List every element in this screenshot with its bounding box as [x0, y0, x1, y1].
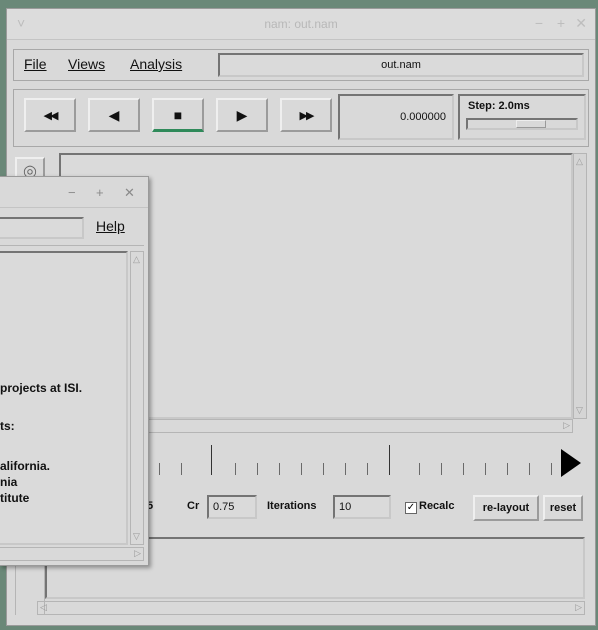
menu-views-label: Views [68, 56, 106, 72]
cr-label: Cr [187, 500, 200, 512]
timeline-tick [551, 463, 552, 475]
stop-icon: ■ [173, 106, 183, 123]
timeline-tick [507, 463, 508, 475]
popup-help-menu[interactable]: Help [96, 218, 125, 234]
popup-title-bar: − + ✕ [0, 177, 148, 208]
rewind-icon: ◀◀ [43, 109, 59, 122]
popup-text-area[interactable]: projects at ISI. ts: alifornia. nia titu… [0, 251, 128, 545]
iterations-input[interactable]: 10 [333, 495, 391, 519]
popup-close-icon[interactable]: ✕ [124, 185, 135, 201]
stop-button[interactable]: ■ [152, 98, 204, 132]
filename-display: out.nam [218, 53, 584, 77]
play-icon: ▶ [236, 106, 248, 123]
popup-maximize-icon[interactable]: + [96, 185, 104, 200]
menu-file[interactable]: File [24, 56, 47, 72]
help-popup-window: − + ✕ Help projects at ISI. ts: aliforni… [0, 176, 149, 566]
timeline-tick [419, 463, 420, 475]
time-display: 0.000000 [338, 94, 454, 140]
fast-forward-icon: ▶▶ [299, 109, 315, 122]
timeline-tick [279, 463, 280, 475]
playback-toolbar: ◀◀ ◀ ■ ▶ ▶▶ 0.000000 Step: 2.0ms [13, 89, 589, 147]
iterations-label: Iterations [267, 500, 317, 512]
scroll-right-arrow-icon[interactable]: ▷ [563, 420, 570, 431]
fast-forward-button[interactable]: ▶▶ [280, 98, 332, 132]
timeline-cursor[interactable] [211, 445, 212, 475]
popup-text-line: ts: [0, 419, 15, 433]
popup-text-line: projects at ISI. [0, 381, 83, 395]
popup-text-line: nia [0, 475, 18, 489]
popup-menu-bar: Help [0, 211, 144, 246]
timeline-tick [441, 463, 442, 475]
timeline-tick [367, 463, 368, 475]
popup-minimize-icon[interactable]: − [68, 185, 76, 200]
timeline-tick [463, 463, 464, 475]
popup-text-line: titute [0, 491, 30, 505]
popup-scroll-up-arrow-icon[interactable]: △ [133, 254, 140, 265]
timeline-tick [257, 463, 258, 475]
recalc-checkbox[interactable]: ✓ [405, 502, 417, 514]
cr-input[interactable]: 0.75 [207, 495, 257, 519]
step-control: Step: 2.0ms [458, 94, 586, 140]
play-backward-icon: ◀ [108, 106, 120, 123]
scroll-up-arrow-icon[interactable]: △ [576, 156, 583, 167]
rewind-button[interactable]: ◀◀ [24, 98, 76, 132]
popup-scroll-down-arrow-icon[interactable]: ▽ [133, 531, 140, 542]
popup-scroll-right-arrow-icon[interactable]: ▷ [134, 548, 141, 559]
menu-views[interactable]: Views [68, 56, 105, 72]
popup-horizontal-scrollbar[interactable]: ▷ [0, 547, 144, 561]
menu-analysis-label: Analysis [130, 56, 183, 72]
scroll-left-arrow-icon[interactable]: ◁ [40, 602, 47, 613]
title-bar: ˅ nam: out.nam − + ✕ [7, 9, 595, 40]
scroll-down-arrow-icon[interactable]: ▽ [576, 405, 583, 416]
timeline-tick [389, 445, 390, 475]
menu-file-label: File [24, 56, 47, 72]
timeline-tick [181, 463, 182, 475]
close-icon[interactable]: ✕ [575, 15, 587, 32]
scroll-right-arrow-icon[interactable]: ▷ [575, 602, 582, 613]
window-title: nam: out.nam [264, 17, 338, 31]
timeline-tick [301, 463, 302, 475]
reset-button[interactable]: reset [543, 495, 583, 521]
step-back-button[interactable]: ◀ [88, 98, 140, 132]
timeline-tick [323, 463, 324, 475]
timeline-tick [235, 463, 236, 475]
canvas-vertical-scrollbar[interactable]: △ ▽ [573, 153, 587, 419]
popup-vertical-scrollbar[interactable]: △ ▽ [130, 251, 144, 545]
timeline-tick [159, 463, 160, 475]
menu-bar: File Views Analysis out.nam [13, 49, 589, 81]
recalc-label: Recalc [419, 500, 455, 512]
timeline-tick [345, 463, 346, 475]
play-button[interactable]: ▶ [216, 98, 268, 132]
timeline-tick [529, 463, 530, 475]
minimize-icon[interactable]: − [535, 15, 543, 31]
timeline-end-arrow-icon[interactable] [561, 449, 581, 477]
step-slider[interactable] [466, 118, 578, 130]
bottom-horizontal-scrollbar[interactable]: ◁ ▷ [37, 601, 585, 615]
popup-help-label: Help [96, 218, 125, 234]
relayout-button[interactable]: re-layout [473, 495, 539, 521]
menu-analysis[interactable]: Analysis [130, 56, 182, 72]
popup-title-field [0, 217, 84, 239]
step-label: Step: 2.0ms [468, 100, 530, 112]
maximize-icon[interactable]: + [557, 15, 565, 31]
popup-text-line: alifornia. [0, 459, 51, 473]
step-slider-thumb[interactable] [516, 120, 546, 128]
timeline-tick [485, 463, 486, 475]
